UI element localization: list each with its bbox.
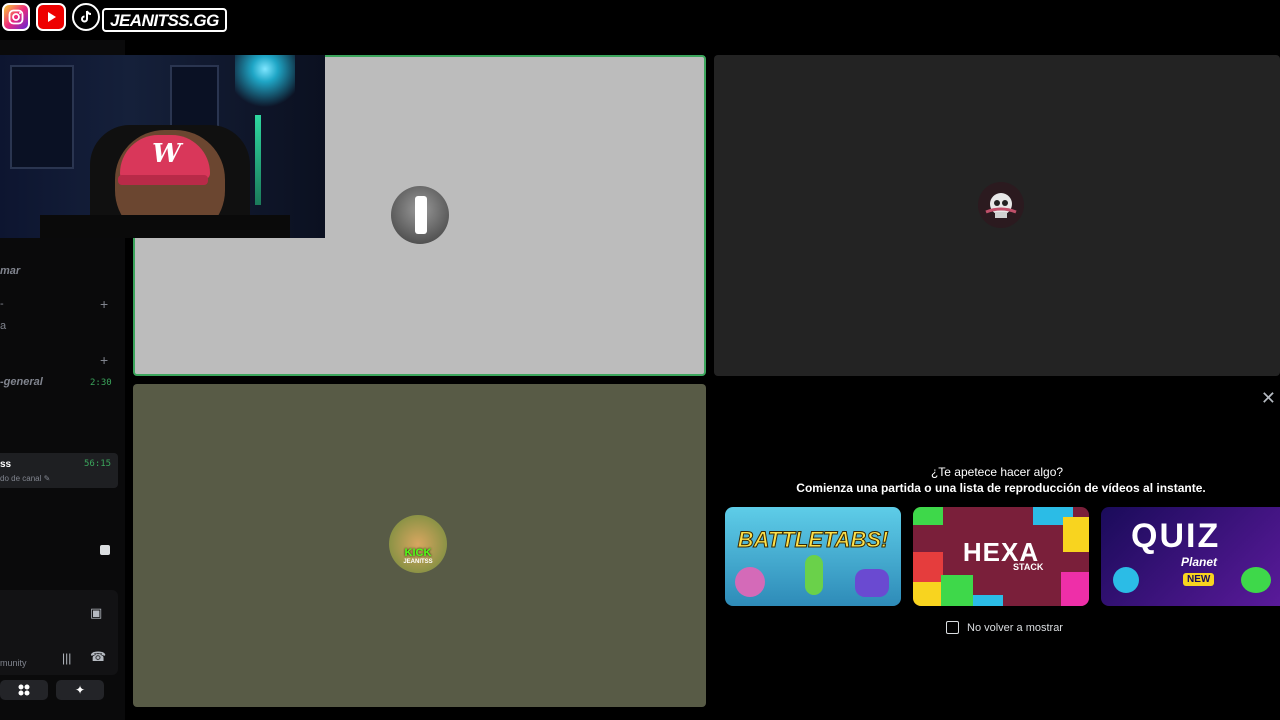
activities-button[interactable]: [0, 680, 48, 700]
video-tile[interactable]: [714, 55, 1280, 376]
close-icon[interactable]: ✕: [1261, 388, 1276, 409]
youtube-icon: [36, 3, 66, 31]
activity-subtitle: Comienza una partida o una lista de repr…: [796, 481, 1206, 495]
skull-avatar: [978, 182, 1024, 228]
activity-question: ¿Te apetece hacer algo?: [930, 465, 1064, 479]
streamer-handle: JEANITSS.GG: [102, 8, 227, 32]
activities-icon: [18, 684, 30, 696]
pencil-icon[interactable]: ✎: [44, 474, 51, 483]
disconnect-icon[interactable]: ☎: [90, 649, 106, 665]
checkbox-icon[interactable]: [946, 621, 959, 634]
user-status: do de canal ✎: [0, 474, 51, 483]
soundboard-icon[interactable]: |||: [62, 651, 71, 665]
screen-icon[interactable]: [100, 545, 110, 555]
user-timer: 56:15: [84, 459, 112, 469]
voice-channel-name[interactable]: -general: [0, 376, 43, 388]
game-card-battletabs[interactable]: BATTLETABS!: [725, 507, 901, 606]
channel-item[interactable]: a: [0, 320, 6, 332]
server-name-label: munity: [0, 658, 27, 668]
screen-share-icon[interactable]: ▣: [90, 605, 102, 621]
streamer-webcam: W: [0, 55, 325, 238]
game-card-hexa-stack[interactable]: HEXA STACK: [913, 507, 1089, 606]
sparkle-icon: ✦: [74, 683, 86, 697]
video-tile[interactable]: KICK JEANITSS: [133, 384, 706, 707]
dont-show-again-checkbox[interactable]: No volver a mostrar: [946, 621, 1063, 634]
instagram-icon: [2, 3, 30, 31]
add-channel-icon[interactable]: +: [100, 352, 108, 368]
social-overlay-bar: JEANITSS.GG: [0, 0, 1280, 40]
add-channel-icon[interactable]: +: [100, 296, 108, 312]
effects-button[interactable]: ✦: [56, 680, 104, 700]
voice-channel-timer: 2:30: [90, 378, 112, 388]
kick-avatar: KICK JEANITSS: [389, 515, 447, 573]
current-user-row[interactable]: ss 56:15 do de canal ✎: [0, 453, 118, 488]
game-card-quiz-planet[interactable]: QUIZ Planet NEW: [1101, 507, 1280, 606]
activity-launcher-panel: ✕ ¿Te apetece hacer algo? Comienza una p…: [714, 384, 1280, 707]
tiktok-icon: [72, 3, 100, 31]
user-avatar: [391, 186, 449, 244]
category-label[interactable]: mar: [0, 265, 20, 277]
sidebar-dash: -: [0, 298, 4, 310]
user-name: ss: [0, 459, 12, 470]
voice-connected-panel: ▣ munity ||| ☎: [0, 590, 118, 675]
